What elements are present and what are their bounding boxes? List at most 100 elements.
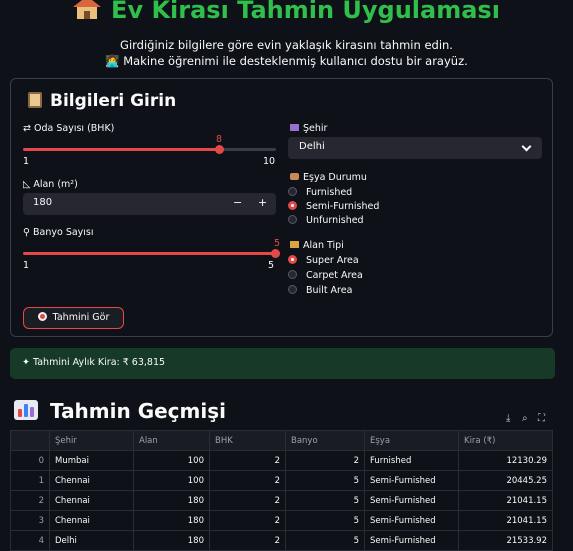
table-cell[interactable]: 3	[10, 510, 50, 531]
bath-slider-fill[interactable]	[23, 252, 276, 255]
table-cell[interactable]: 2	[10, 490, 50, 511]
bhk-slider-handle[interactable]	[215, 145, 224, 154]
area-input[interactable]: 180 − +	[23, 193, 276, 215]
bath-min: 1	[23, 260, 30, 271]
areatype-option-built[interactable]: Built Area	[288, 285, 352, 296]
table-row[interactable]: 2 Chennai 180 2 5 Semi-Furnished 21041.15	[10, 490, 553, 511]
result-text-value: Tahmini Aylık Kira: ₹ 63,815	[33, 357, 166, 368]
table-cell[interactable]: Semi-Furnished	[364, 530, 459, 551]
table-cell[interactable]: 2	[209, 510, 286, 531]
radio-carpet-area[interactable]	[288, 270, 297, 279]
table-cell[interactable]: 2	[209, 470, 286, 491]
fullscreen-icon[interactable]: ⛶	[538, 413, 545, 424]
table-cell[interactable]: Chennai	[49, 470, 134, 491]
ruler-icon: ◺	[23, 179, 31, 190]
column-header-index[interactable]	[10, 430, 50, 451]
table-row[interactable]: 4 Delhi 180 2 5 Semi-Furnished 21533.92	[10, 530, 553, 551]
area-decrement-button[interactable]: −	[233, 196, 242, 209]
table-cell[interactable]: 180	[133, 510, 210, 531]
radio-built-area[interactable]	[288, 285, 297, 294]
radio-semi-furnished[interactable]	[288, 201, 297, 210]
bhk-label-text: Oda Sayısı (BHK)	[34, 123, 115, 134]
bhk-min: 1	[23, 156, 30, 167]
refresh-icon: ⇄	[23, 123, 31, 134]
table-cell[interactable]: Delhi	[49, 530, 134, 551]
column-header-rent[interactable]: Kira (₹)	[458, 430, 553, 451]
column-header-city[interactable]: Şehir	[49, 430, 134, 451]
bhk-label: ⇄ Oda Sayısı (BHK)	[23, 123, 114, 134]
table-cell[interactable]: Mumbai	[49, 450, 134, 471]
bar-chart-icon	[14, 400, 38, 420]
form-title: Bilgileri Girin	[28, 91, 176, 111]
target-icon	[37, 312, 47, 321]
table-row[interactable]: 3 Chennai 180 2 5 Semi-Furnished 21041.15	[10, 510, 553, 531]
table-cell[interactable]: 1	[10, 470, 50, 491]
table-cell[interactable]: Semi-Furnished	[364, 470, 459, 491]
bhk-slider-fill	[23, 148, 220, 151]
table-cell[interactable]: 100	[133, 470, 210, 491]
column-header-area[interactable]: Alan	[133, 430, 210, 451]
table-cell[interactable]: 180	[133, 530, 210, 551]
radio-super-area[interactable]	[288, 255, 297, 264]
predict-button[interactable]: Tahmini Gör	[23, 307, 124, 329]
app-title: Ev Kirası Tahmin Uygulaması	[0, 0, 573, 24]
table-cell[interactable]: 2	[209, 530, 286, 551]
result-text: ✦ Tahmini Aylık Kira: ₹ 63,815	[22, 357, 165, 368]
search-icon[interactable]: ⌕	[522, 413, 528, 424]
area-value[interactable]: 180	[33, 197, 52, 208]
bhk-max: 10	[263, 156, 276, 167]
download-icon[interactable]: ⤓	[506, 413, 510, 424]
areatype-label-text: Alan Tipi	[303, 240, 344, 251]
table-cell[interactable]: 21041.15	[458, 490, 553, 511]
radio-unfurnished[interactable]	[288, 215, 297, 224]
areatype-label: Alan Tipi	[290, 240, 344, 251]
column-header-bath[interactable]: Banyo	[285, 430, 365, 451]
shower-icon: ⚲	[23, 227, 30, 238]
table-cell[interactable]: Semi-Furnished	[364, 510, 459, 531]
table-cell[interactable]: 180	[133, 490, 210, 511]
table-cell[interactable]: 4	[10, 530, 50, 551]
furnish-option-unfurnished[interactable]: Unfurnished	[288, 215, 364, 226]
city-select[interactable]: Delhi	[288, 137, 542, 159]
result-alert: ✦ Tahmini Aylık Kira: ₹ 63,815	[10, 348, 555, 379]
table-cell[interactable]: Furnished	[364, 450, 459, 471]
furnish-option-semi-furnished[interactable]: Semi-Furnished	[288, 201, 379, 212]
sofa-icon	[290, 173, 299, 180]
table-cell[interactable]: 12130.29	[458, 450, 553, 471]
table-cell[interactable]: 5	[285, 530, 365, 551]
predict-button-label: Tahmini Gör	[52, 312, 110, 323]
table-header-row: Şehir Alan BHK Banyo Eşya Kira (₹)	[10, 430, 553, 451]
history-table[interactable]: Şehir Alan BHK Banyo Eşya Kira (₹) 0 Mumb…	[10, 430, 553, 551]
bhk-slider-track[interactable]	[220, 148, 276, 151]
area-label: ◺ Alan (m²)	[23, 179, 78, 190]
furnish-option-furnished[interactable]: Furnished	[288, 187, 352, 198]
areatype-option-super[interactable]: Super Area	[288, 255, 359, 266]
bath-slider-handle[interactable]	[271, 249, 280, 258]
table-cell[interactable]: 5	[285, 470, 365, 491]
area-increment-button[interactable]: +	[258, 196, 267, 209]
building-icon	[290, 241, 299, 248]
table-cell[interactable]: 100	[133, 450, 210, 471]
table-cell[interactable]: 5	[285, 510, 365, 531]
table-cell[interactable]: Chennai	[49, 510, 134, 531]
table-cell[interactable]: 20445.25	[458, 470, 553, 491]
table-cell[interactable]: Chennai	[49, 490, 134, 511]
areatype-option-carpet[interactable]: Carpet Area	[288, 270, 363, 281]
table-cell[interactable]: 21041.15	[458, 510, 553, 531]
bhk-value: 8	[216, 134, 223, 145]
column-header-bhk[interactable]: BHK	[209, 430, 286, 451]
radio-label-built-area: Built Area	[306, 285, 353, 296]
bath-label: ⚲ Banyo Sayısı	[23, 227, 94, 238]
radio-label-carpet-area: Carpet Area	[306, 270, 363, 281]
column-header-furnish[interactable]: Eşya	[364, 430, 459, 451]
table-cell[interactable]: 2	[285, 450, 365, 471]
table-cell[interactable]: 2	[209, 450, 286, 471]
table-cell[interactable]: 5	[285, 490, 365, 511]
table-cell[interactable]: 2	[209, 490, 286, 511]
table-cell[interactable]: Semi-Furnished	[364, 490, 459, 511]
table-row[interactable]: 0 Mumbai 100 2 2 Furnished 12130.29	[10, 450, 553, 471]
radio-furnished[interactable]	[288, 187, 297, 196]
table-cell[interactable]: 21533.92	[458, 530, 553, 551]
table-row[interactable]: 1 Chennai 100 2 5 Semi-Furnished 20445.25	[10, 470, 553, 491]
table-cell[interactable]: 0	[10, 450, 50, 471]
